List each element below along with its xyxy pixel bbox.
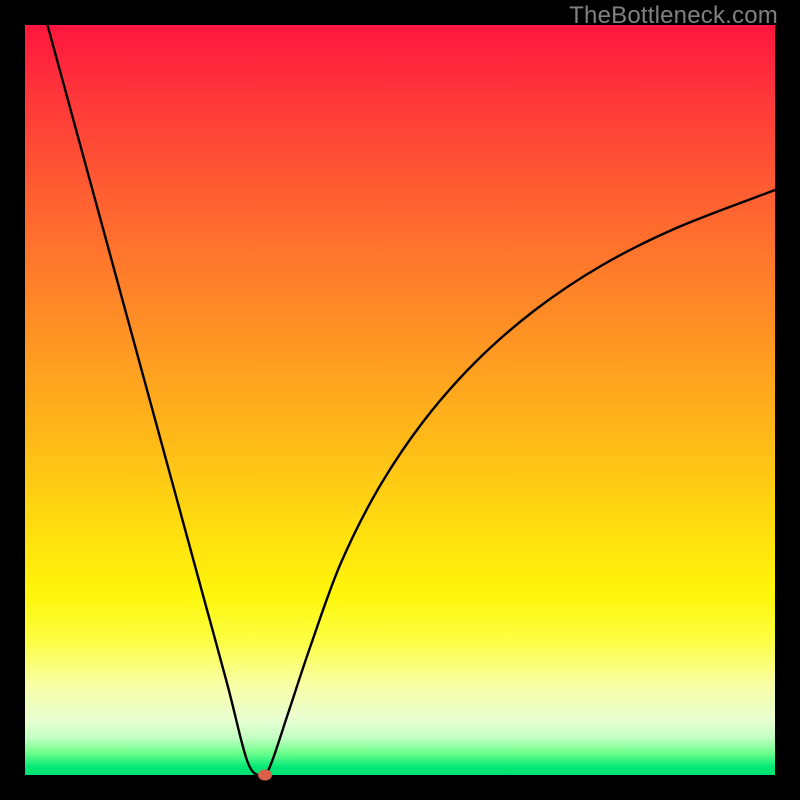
plot-area	[25, 25, 775, 775]
optimal-point-marker	[258, 770, 272, 781]
bottleneck-curve	[25, 25, 775, 775]
chart-frame: TheBottleneck.com	[0, 0, 800, 800]
